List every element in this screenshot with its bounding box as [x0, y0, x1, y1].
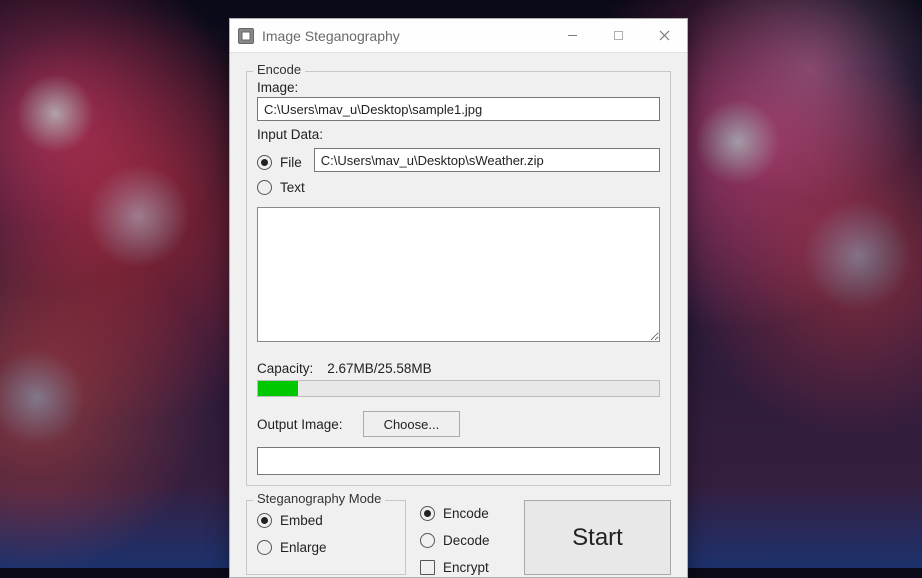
- maximize-icon: [613, 30, 624, 41]
- encode-group-label: Encode: [253, 62, 305, 77]
- radio-icon: [257, 155, 272, 170]
- file-path-input[interactable]: [314, 148, 660, 172]
- file-radio-option[interactable]: File: [257, 155, 302, 170]
- radio-icon: [257, 513, 272, 528]
- decode-radio-option[interactable]: Decode: [420, 533, 510, 548]
- capacity-progress: [257, 380, 660, 397]
- maximize-button[interactable]: [595, 19, 641, 52]
- enlarge-radio-label: Enlarge: [280, 540, 327, 555]
- embed-radio-option[interactable]: Embed: [257, 513, 393, 528]
- radio-icon: [257, 180, 272, 195]
- output-image-label: Output Image:: [257, 417, 343, 432]
- image-path-input[interactable]: [257, 97, 660, 121]
- app-icon: [238, 28, 254, 44]
- steganography-mode-group: Steganography Mode Embed Enlarge: [246, 500, 406, 575]
- encode-radio-label: Encode: [443, 506, 489, 521]
- mode-group-label: Steganography Mode: [253, 491, 385, 506]
- client-area: Encode Image: Input Data: File Text Capa…: [230, 53, 687, 577]
- text-radio-option[interactable]: Text: [257, 180, 660, 195]
- app-window: Image Steganography Encode Image: Input …: [229, 18, 688, 578]
- minimize-icon: [567, 30, 578, 41]
- radio-icon: [257, 540, 272, 555]
- input-data-label: Input Data:: [257, 127, 660, 142]
- file-radio-label: File: [280, 155, 302, 170]
- radio-icon: [420, 533, 435, 548]
- action-column: Encode Decode Encrypt: [420, 500, 510, 575]
- close-button[interactable]: [641, 19, 687, 52]
- start-button[interactable]: Start: [524, 500, 671, 575]
- decode-radio-label: Decode: [443, 533, 490, 548]
- close-icon: [659, 30, 670, 41]
- capacity-progress-fill: [258, 381, 298, 396]
- capacity-value: 2.67MB/25.58MB: [327, 361, 431, 376]
- radio-icon: [420, 506, 435, 521]
- output-path-input[interactable]: [257, 447, 660, 475]
- choose-button[interactable]: Choose...: [363, 411, 461, 437]
- encode-radio-option[interactable]: Encode: [420, 506, 510, 521]
- embed-radio-label: Embed: [280, 513, 323, 528]
- encode-group: Encode Image: Input Data: File Text Capa…: [246, 71, 671, 486]
- window-title: Image Steganography: [262, 28, 549, 44]
- text-data-textarea[interactable]: [257, 207, 660, 342]
- titlebar[interactable]: Image Steganography: [230, 19, 687, 53]
- image-label: Image:: [257, 80, 660, 95]
- enlarge-radio-option[interactable]: Enlarge: [257, 540, 393, 555]
- capacity-label: Capacity:: [257, 361, 313, 376]
- minimize-button[interactable]: [549, 19, 595, 52]
- text-radio-label: Text: [280, 180, 305, 195]
